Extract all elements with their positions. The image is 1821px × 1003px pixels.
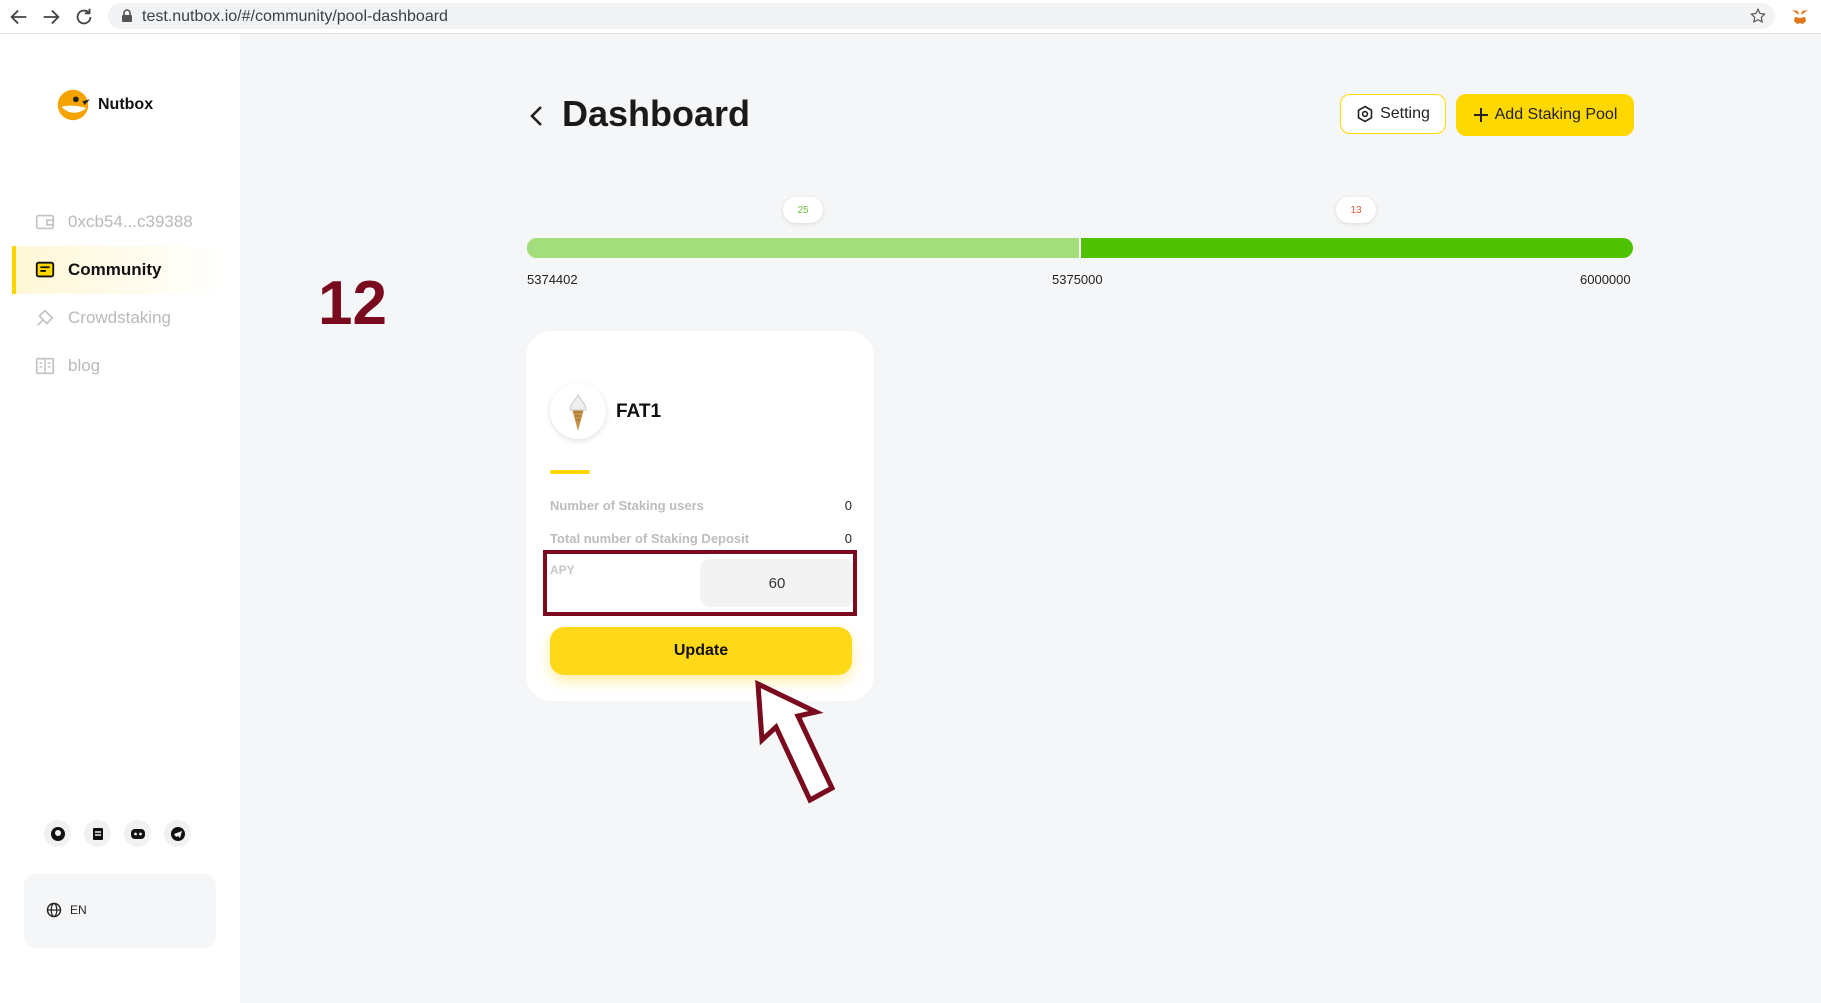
github-link[interactable]	[44, 820, 71, 847]
metamask-extension-icon[interactable]	[1790, 7, 1810, 27]
globe-icon	[46, 902, 62, 918]
language-option: EN	[46, 902, 87, 918]
staking-deposit-label: Total number of Staking Deposit	[550, 531, 750, 546]
pool-card: FAT1 Number of Staking users 0 Total num…	[526, 331, 874, 701]
accent-divider	[550, 470, 590, 474]
block-progress-bar	[527, 238, 1633, 258]
token-avatar	[550, 383, 606, 439]
update-button[interactable]: Update	[550, 627, 852, 675]
discord-icon	[130, 828, 145, 839]
sidebar-item-label: 0xcb54...c39388	[68, 212, 193, 231]
update-button-label: Update	[673, 642, 729, 659]
blog-icon	[35, 357, 55, 375]
nutbox-logo[interactable]: Nutbox	[54, 86, 153, 124]
sidebar-item-crowdstaking[interactable]: Crowdstaking	[12, 294, 224, 342]
community-icon	[35, 261, 55, 278]
logo-text: Nutbox	[98, 96, 154, 113]
sidebar-item-label: Community	[68, 260, 162, 279]
wallet-icon	[35, 214, 55, 230]
setting-button-label: Setting	[1380, 105, 1430, 122]
mid-block-label: 5375000	[1052, 272, 1103, 287]
address-bar[interactable]: test.nutbox.io/#/community/pool-dashboar…	[108, 3, 1775, 29]
back-chevron-icon[interactable]	[526, 103, 548, 129]
setting-button[interactable]: Setting	[1340, 94, 1446, 134]
language-selector[interactable]: EN	[24, 874, 216, 948]
token-name: FAT1	[616, 401, 662, 422]
plus-icon	[1473, 108, 1488, 122]
progress-stage-1	[527, 238, 1080, 258]
language-label: EN	[70, 903, 87, 917]
staking-users-value: 0	[844, 498, 852, 513]
docs-link[interactable]	[84, 820, 111, 847]
docs-icon	[92, 827, 103, 840]
nutbox-logo-icon	[57, 89, 91, 121]
lock-icon	[122, 9, 132, 22]
sidebar-item-label: blog	[68, 356, 101, 375]
tutorial-step-number: 12	[318, 269, 387, 338]
discord-link[interactable]	[124, 820, 151, 847]
forward-arrow-icon[interactable]	[40, 6, 62, 28]
bookmark-star-icon[interactable]	[1749, 7, 1767, 25]
browser-toolbar: test.nutbox.io/#/community/pool-dashboar…	[0, 0, 1821, 34]
sidebar: Nutbox 0xcb54...c39388 Community Crowdst…	[0, 34, 240, 1003]
reload-icon[interactable]	[73, 6, 95, 28]
end-block-label: 6000000	[1580, 272, 1631, 287]
url-text: test.nutbox.io/#/community/pool-dashboar…	[142, 8, 448, 25]
telegram-icon	[170, 826, 185, 841]
add-staking-pool-label: Add Staking Pool	[1494, 106, 1618, 123]
ice-cream-icon	[569, 393, 587, 431]
annotation-arrow-icon	[755, 680, 836, 804]
stage-1-value: 25	[797, 204, 809, 216]
crowdstaking-icon	[37, 309, 54, 326]
social-links	[44, 820, 191, 847]
annotation-highlight-box	[543, 550, 857, 616]
sidebar-item-community[interactable]: Community	[12, 246, 228, 294]
page-title: Dashboard	[562, 93, 751, 134]
progress-divider	[1079, 238, 1081, 258]
sidebar-item-label: Crowdstaking	[68, 308, 171, 327]
gear-icon	[1357, 105, 1373, 123]
stage-1-marker: 25	[783, 197, 823, 223]
stage-2-value: 13	[1350, 204, 1362, 216]
stage-2-marker: 13	[1336, 197, 1376, 223]
sidebar-item-blog[interactable]: blog	[12, 342, 224, 390]
github-icon	[50, 826, 65, 841]
start-block-label: 5374402	[527, 272, 578, 287]
back-arrow-icon[interactable]	[8, 6, 30, 28]
add-staking-pool-button[interactable]: Add Staking Pool	[1456, 94, 1634, 136]
telegram-link[interactable]	[164, 820, 191, 847]
staking-users-label: Number of Staking users	[550, 498, 704, 513]
staking-deposit-value: 0	[844, 531, 852, 546]
sidebar-item-wallet[interactable]: 0xcb54...c39388	[12, 198, 224, 246]
